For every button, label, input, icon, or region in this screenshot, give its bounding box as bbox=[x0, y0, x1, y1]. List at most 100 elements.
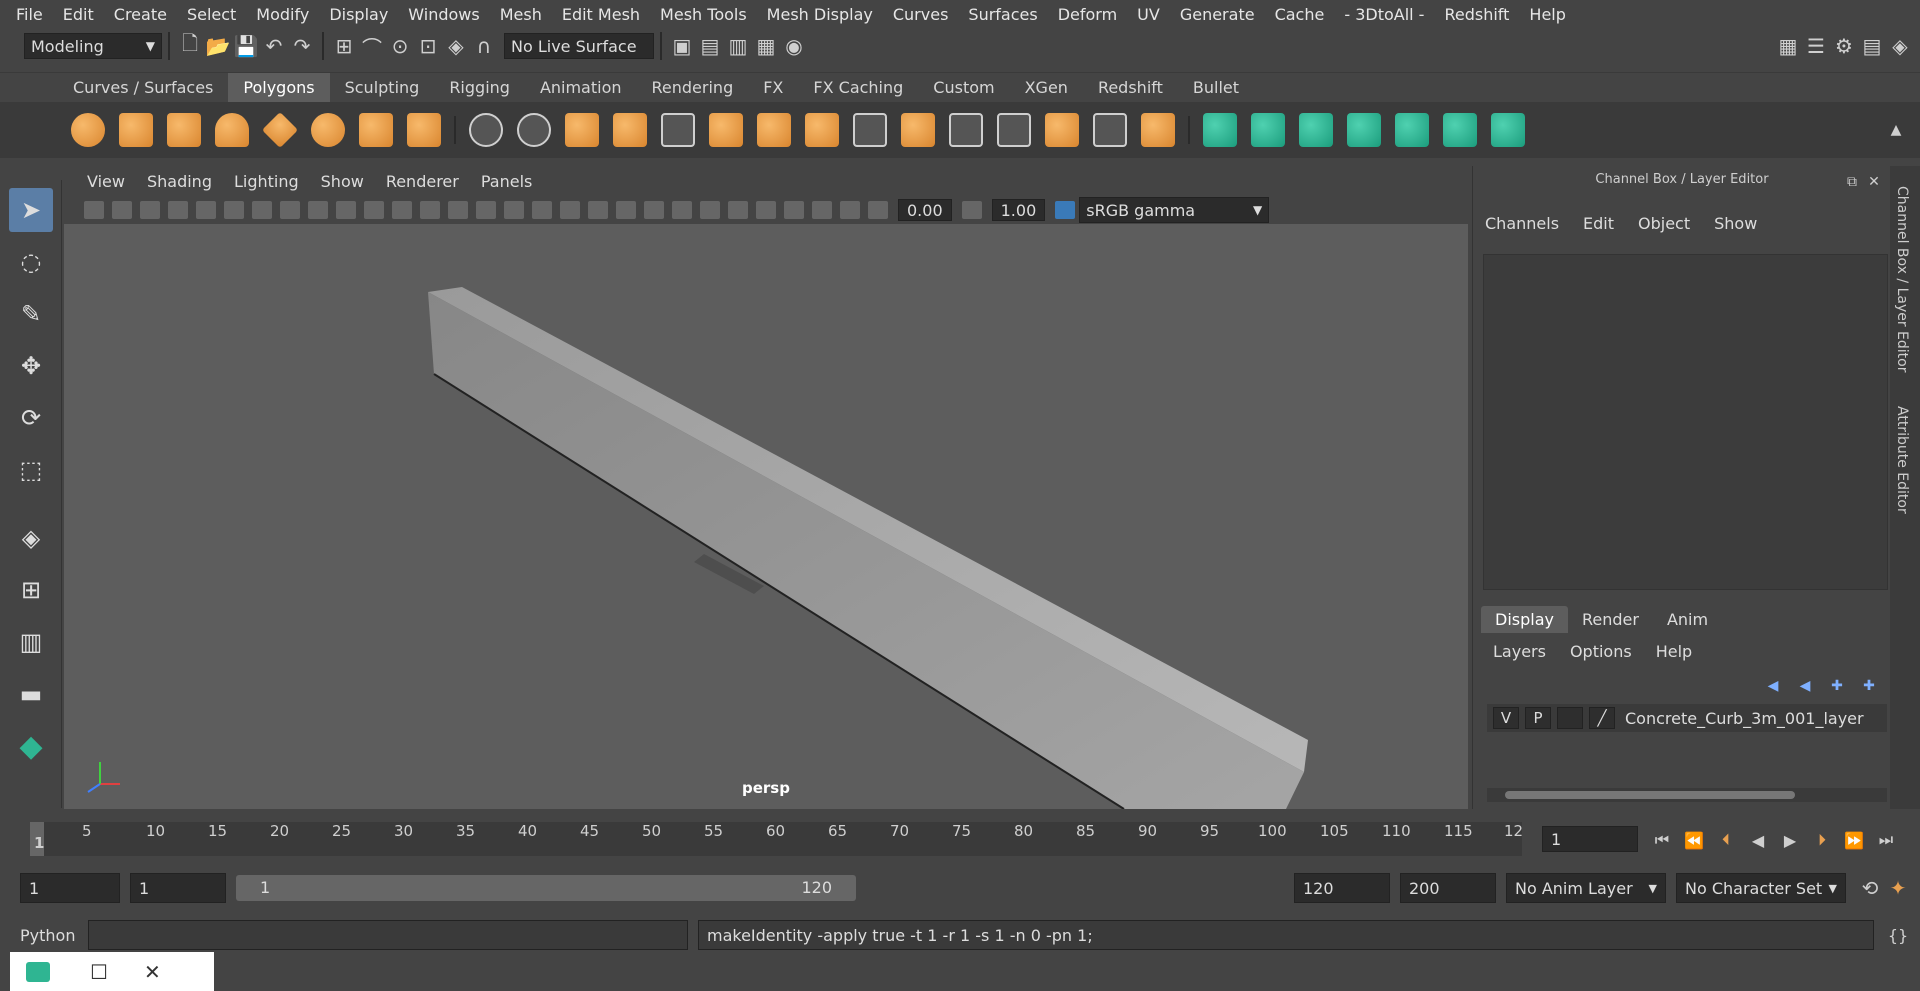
insert-edge-loop-icon[interactable] bbox=[997, 113, 1031, 147]
new-scene-icon[interactable]: 🗋 bbox=[176, 31, 204, 60]
xray-icon[interactable] bbox=[784, 201, 804, 219]
poly-pyramid-icon[interactable] bbox=[359, 113, 393, 147]
xray-components-icon[interactable] bbox=[840, 201, 860, 219]
shelf-scroll-icon[interactable]: ▲ bbox=[1882, 116, 1910, 144]
tab-animation[interactable]: Animation bbox=[525, 73, 637, 103]
use-all-lights-icon[interactable] bbox=[588, 201, 608, 219]
film-gate-icon[interactable] bbox=[280, 201, 300, 219]
exposure-icon[interactable] bbox=[868, 201, 888, 219]
move-layer-down-icon[interactable]: ◀ bbox=[1794, 672, 1816, 700]
poly-cube-icon[interactable] bbox=[119, 113, 153, 147]
anim-layer-dropdown[interactable]: No Anim Layer ▼ bbox=[1506, 873, 1666, 903]
menu-mesh-display[interactable]: Mesh Display bbox=[757, 5, 883, 24]
separate-icon[interactable] bbox=[517, 113, 551, 147]
four-view-layout-icon[interactable]: ⊞ bbox=[9, 568, 53, 612]
spherical-uv-icon[interactable] bbox=[1299, 113, 1333, 147]
close-icon[interactable]: ✕ bbox=[144, 960, 161, 984]
snap-curve-icon[interactable]: ⌒ bbox=[358, 32, 386, 60]
motion-blur-icon[interactable] bbox=[672, 201, 692, 219]
start-time-field[interactable]: 1 bbox=[20, 873, 120, 903]
channel-box-toggle-icon[interactable]: ▤ bbox=[1858, 32, 1886, 60]
smooth-icon[interactable] bbox=[613, 113, 647, 147]
render-view-icon[interactable]: ▣ bbox=[668, 32, 696, 60]
command-language-label[interactable]: Python bbox=[20, 926, 88, 945]
menu-cache[interactable]: Cache bbox=[1265, 5, 1335, 24]
attribute-editor-toggle-icon[interactable]: ☰ bbox=[1802, 32, 1830, 60]
maximize-icon[interactable]: ☐ bbox=[90, 960, 108, 984]
poly-pipe-icon[interactable] bbox=[407, 113, 441, 147]
menu-generate[interactable]: Generate bbox=[1170, 5, 1265, 24]
snap-view-icon[interactable]: ⊡ bbox=[414, 32, 442, 60]
layer-menu-layers[interactable]: Layers bbox=[1481, 642, 1558, 661]
end-time-field[interactable]: 200 bbox=[1400, 873, 1496, 903]
menu-select[interactable]: Select bbox=[177, 5, 246, 24]
tab-render[interactable]: Render bbox=[1568, 606, 1653, 633]
channel-box-menu-show[interactable]: Show bbox=[1702, 214, 1769, 233]
paint-select-tool-icon[interactable]: ✎ bbox=[9, 292, 53, 336]
tab-custom[interactable]: Custom bbox=[918, 73, 1009, 103]
command-input[interactable] bbox=[88, 920, 688, 950]
uv-editor-icon[interactable] bbox=[1443, 113, 1477, 147]
exposure-field[interactable]: 0.00 bbox=[898, 199, 952, 221]
snap-grid-icon[interactable]: ⊞ bbox=[330, 32, 358, 60]
play-backwards-icon[interactable]: ◀ bbox=[1744, 826, 1772, 854]
magnet-icon[interactable]: ∩ bbox=[470, 32, 498, 60]
grease-pencil-icon[interactable] bbox=[224, 201, 244, 219]
tab-attribute-editor-vertical[interactable]: Attribute Editor bbox=[1894, 406, 1910, 514]
scale-tool-icon[interactable]: ⬚ bbox=[9, 448, 53, 492]
close-icon[interactable]: ✕ bbox=[1860, 168, 1888, 196]
undo-icon[interactable]: ↶ bbox=[260, 32, 288, 60]
tab-curves-surfaces[interactable]: Curves / Surfaces bbox=[58, 73, 228, 103]
go-to-end-icon[interactable]: ⏭ bbox=[1872, 826, 1900, 854]
gate-mask-icon[interactable] bbox=[336, 201, 356, 219]
panel-menu-lighting[interactable]: Lighting bbox=[223, 172, 310, 191]
depth-of-field-icon[interactable] bbox=[728, 201, 748, 219]
layer-color-swatch[interactable]: ╱ bbox=[1589, 707, 1615, 729]
layer-scrollbar[interactable] bbox=[1487, 788, 1887, 802]
poly-cylinder-icon[interactable] bbox=[167, 113, 201, 147]
automatic-uv-icon[interactable] bbox=[1347, 113, 1381, 147]
unfold-uv-icon[interactable] bbox=[1395, 113, 1429, 147]
side-by-side-layout-icon[interactable]: ▥ bbox=[9, 620, 53, 664]
modeling-toolkit-icon[interactable]: ▦ bbox=[1774, 32, 1802, 60]
layer-scrollbar-thumb[interactable] bbox=[1505, 791, 1795, 799]
menu-redshift[interactable]: Redshift bbox=[1434, 5, 1519, 24]
channel-box-menu-channels[interactable]: Channels bbox=[1473, 214, 1571, 233]
menu-surfaces[interactable]: Surfaces bbox=[958, 5, 1047, 24]
hypershade-icon[interactable]: ◉ bbox=[780, 32, 808, 60]
shadows-icon[interactable] bbox=[616, 201, 636, 219]
quad-draw-icon[interactable] bbox=[1093, 113, 1127, 147]
curb-model[interactable] bbox=[64, 224, 1468, 809]
live-surface-field[interactable]: No Live Surface bbox=[504, 33, 654, 59]
resolution-gate-icon[interactable] bbox=[308, 201, 328, 219]
bridge-icon[interactable] bbox=[805, 113, 839, 147]
append-icon[interactable] bbox=[853, 113, 887, 147]
channel-box-menu-edit[interactable]: Edit bbox=[1571, 214, 1626, 233]
playback-end-field[interactable]: 120 bbox=[1294, 873, 1390, 903]
play-forwards-icon[interactable]: ▶ bbox=[1776, 826, 1804, 854]
combine-icon[interactable] bbox=[469, 113, 503, 147]
cylindrical-uv-icon[interactable] bbox=[1251, 113, 1285, 147]
tab-rendering[interactable]: Rendering bbox=[637, 73, 749, 103]
render-settings-icon[interactable]: ▦ bbox=[752, 32, 780, 60]
reduce-icon[interactable] bbox=[661, 113, 695, 147]
default-material-icon[interactable] bbox=[504, 201, 524, 219]
layer-editor-toggle-icon[interactable]: ◈ bbox=[1886, 32, 1914, 60]
cut-sew-uv-icon[interactable] bbox=[1491, 113, 1525, 147]
layer-visibility-toggle[interactable]: V bbox=[1493, 707, 1519, 729]
step-forward-key-icon[interactable]: ⏵ bbox=[1808, 826, 1836, 854]
xray-joints-icon[interactable] bbox=[812, 201, 832, 219]
new-layer-icon[interactable]: ✚ bbox=[1826, 672, 1848, 700]
step-back-frame-icon[interactable]: ⏪ bbox=[1680, 826, 1708, 854]
menu-mesh-tools[interactable]: Mesh Tools bbox=[650, 5, 757, 24]
tab-sculpting[interactable]: Sculpting bbox=[330, 73, 435, 103]
color-management-icon[interactable] bbox=[1055, 201, 1076, 219]
select-tool-icon[interactable]: ➤ bbox=[9, 188, 53, 232]
tab-bullet[interactable]: Bullet bbox=[1178, 73, 1254, 103]
viewport[interactable]: persp bbox=[64, 224, 1468, 809]
layer-menu-help[interactable]: Help bbox=[1644, 642, 1704, 661]
auto-key-icon[interactable]: ⟲ bbox=[1856, 874, 1884, 902]
poly-torus-icon[interactable] bbox=[311, 113, 345, 147]
image-plane-icon[interactable] bbox=[168, 201, 188, 219]
wireframe-icon[interactable] bbox=[448, 201, 468, 219]
